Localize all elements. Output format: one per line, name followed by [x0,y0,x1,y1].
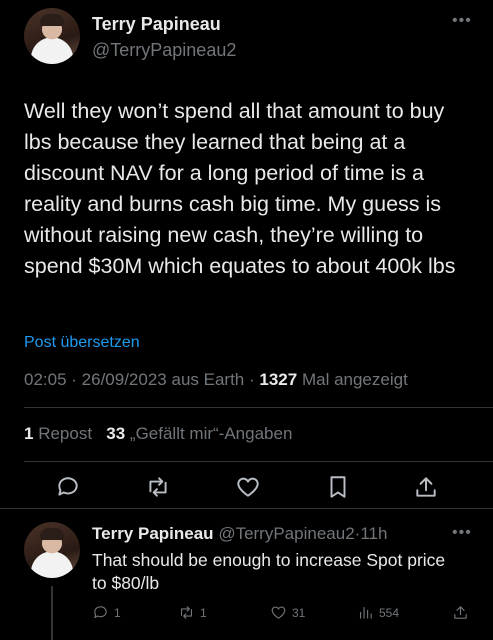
share-upload-icon [416,477,436,497]
engagement-stats: 1 Repost 33 „Gefällt mir“-Angaben [24,424,292,444]
reply-time[interactable]: 11h [360,524,387,543]
reply-button[interactable] [55,474,81,500]
repost-arrows-icon [180,606,193,619]
bookmark-button[interactable] [325,474,351,500]
share-upload-icon [454,606,467,619]
divider [24,461,493,462]
thread-connector-line [51,586,53,640]
reply-share-button[interactable] [452,604,469,621]
likes-count: 33 [106,424,126,443]
reposts-count: 1 [24,424,34,443]
reply-text: That should be enough to increase Spot p… [92,550,446,593]
tweet-source: aus Earth [171,370,245,389]
views-count: 1327 [259,370,298,389]
tweet-metadata: 02:05 · 26/09/2023 aus Earth · 1327 Mal … [24,370,408,390]
more-options-icon[interactable]: ••• [452,12,472,30]
views-label: Mal angezeigt [301,370,408,389]
reposts-label: Repost [38,424,93,443]
repost-button[interactable] [145,474,171,500]
more-options-icon[interactable]: ••• [452,524,472,542]
author-name[interactable]: Terry Papineau [92,14,221,35]
reply-like-button[interactable]: 31 [270,604,305,621]
reply-header: Terry Papineau @TerryPapineau2·11h [92,524,387,544]
bar-chart-icon [359,606,372,619]
reply-replies-count: 1 [114,605,121,620]
author-handle[interactable]: @TerryPapineau2 [92,40,236,61]
share-button[interactable] [413,474,439,500]
reply-views-count: 554 [379,605,400,620]
likes-label: „Gefällt mir“-Angaben [129,424,293,443]
reply-author-name[interactable]: Terry Papineau [92,524,214,543]
reply-views-button[interactable]: 554 [357,604,399,621]
meta-separator: · [249,370,260,389]
reply-repost-button[interactable]: 1 [178,604,207,621]
speech-bubble-icon [58,477,78,496]
translate-post-link[interactable]: Post übersetzen [24,334,140,352]
speech-bubble-icon [94,606,107,619]
bookmark-icon [330,476,346,498]
reply-author-avatar[interactable] [24,522,80,578]
heart-icon [271,606,286,619]
tweet-time[interactable]: 02:05 [24,370,67,389]
reply-likes-count: 31 [292,605,306,620]
reposts-stat[interactable]: 1 Repost [24,424,92,443]
meta-separator: · [71,370,82,389]
repost-arrows-icon [149,477,167,497]
heart-icon [237,477,259,497]
author-avatar[interactable] [24,8,80,64]
tweet-date[interactable]: 26/09/2023 [82,370,167,389]
like-button[interactable] [235,474,261,500]
reply-reply-button[interactable]: 1 [92,604,121,621]
reply-reposts-count: 1 [200,605,207,620]
divider [24,407,493,408]
likes-stat[interactable]: 33 „Gefällt mir“-Angaben [106,424,292,443]
tweet-text: Well they won’t spend all that amount to… [24,99,456,278]
reply-author-handle[interactable]: @TerryPapineau2 [218,524,354,543]
divider [0,508,493,509]
